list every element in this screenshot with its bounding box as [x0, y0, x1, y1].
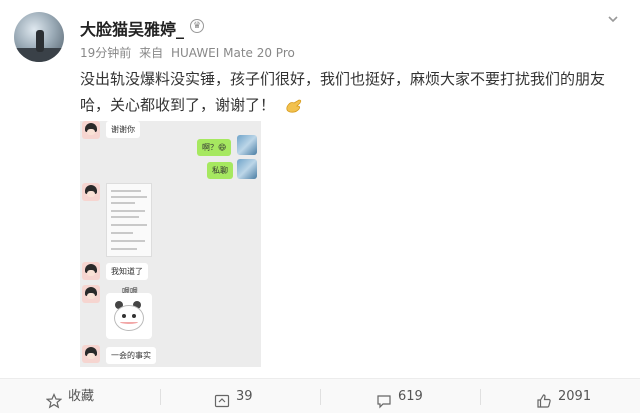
chat-bubble-right: 私聊	[207, 162, 233, 179]
chat-bubble-left: 我知道了	[106, 263, 148, 280]
chat-bubble-right: 啊？😄	[197, 139, 232, 156]
chat-image-message	[106, 183, 152, 257]
comment-count: 619	[398, 389, 423, 404]
avatar[interactable]	[14, 12, 64, 62]
action-bar: 收藏 39 619 2091	[0, 378, 640, 413]
divider	[160, 389, 161, 405]
comment-button[interactable]: 619	[376, 379, 423, 413]
clap-icon	[284, 97, 304, 115]
post-text-line-1: 没出轨没爆料没实锤，孩子们很好，我们也挺好，麻烦大家不要打扰我们的朋友	[80, 70, 606, 88]
post-meta: 19分钟前 来自 HUAWEI Mate 20 Pro	[80, 44, 299, 61]
chevron-down-icon[interactable]	[606, 12, 620, 26]
repost-button[interactable]: 39	[214, 379, 253, 413]
chat-bubble-left: 一会的事实	[106, 347, 156, 364]
chat-bubble-left: 谢谢你	[106, 121, 140, 138]
favorite-button[interactable]: 收藏	[45, 379, 95, 413]
comment-icon	[376, 388, 392, 408]
username[interactable]: 大脸猫吴雅婷_	[80, 16, 184, 40]
post-text-line-2-content: 哈，关心都收到了，谢谢了！	[80, 96, 276, 114]
avatar-figure	[36, 30, 44, 52]
repost-count: 39	[236, 389, 253, 404]
favorite-label: 收藏	[68, 389, 95, 404]
friend-avatar	[82, 183, 100, 201]
post-time[interactable]: 19分钟前	[80, 46, 131, 60]
like-button[interactable]: 2091	[536, 379, 591, 413]
star-icon	[45, 388, 63, 408]
post-text: 没出轨没爆料没实锤，孩子们很好，我们也挺好，麻烦大家不要打扰我们的朋友 哈，关心…	[80, 66, 626, 118]
divider	[320, 389, 321, 405]
friend-avatar	[82, 121, 100, 139]
friend-avatar	[82, 285, 100, 303]
panda-sticker	[106, 293, 152, 339]
divider	[480, 389, 481, 405]
friend-avatar	[82, 345, 100, 363]
thumbs-up-icon	[536, 388, 552, 408]
like-count: 2091	[558, 389, 592, 404]
post-source-device[interactable]: HUAWEI Mate 20 Pro	[171, 46, 295, 60]
vip-badge-icon: ♛	[190, 19, 204, 33]
post-text-line-2: 哈，关心都收到了，谢谢了！	[80, 92, 626, 118]
chat-screenshot-image[interactable]: 谢谢你 啊？😄 私聊 我知道了 嗯嗯 一会的事实	[80, 121, 261, 367]
friend-avatar	[82, 262, 100, 280]
post-source-prefix: 来自	[139, 46, 164, 60]
self-avatar	[237, 135, 257, 155]
repost-icon	[214, 388, 230, 407]
self-avatar	[237, 159, 257, 179]
